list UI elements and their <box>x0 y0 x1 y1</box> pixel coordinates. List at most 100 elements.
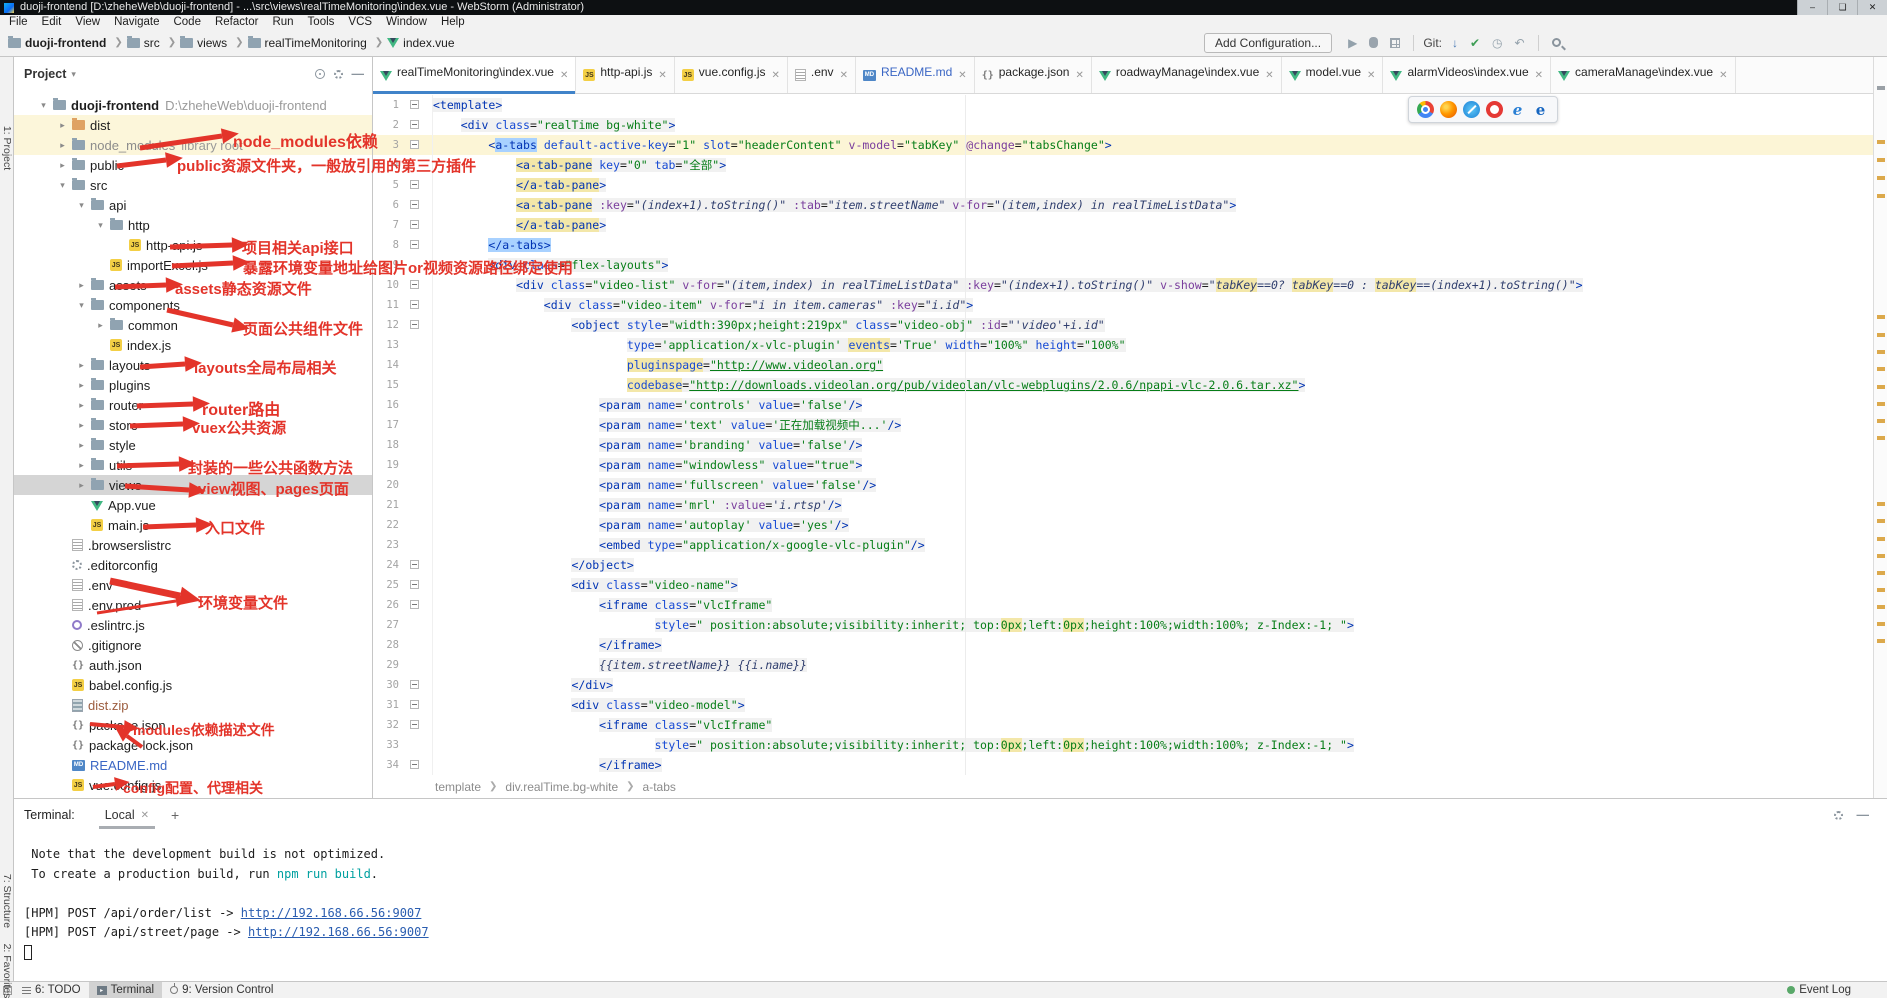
chevron-right-icon[interactable]: ▸ <box>53 160 72 171</box>
code-line-21[interactable]: 21 <param name='mrl' :value='i.rtsp'/> <box>373 495 1873 515</box>
code-line-5[interactable]: 5 </a-tab-pane> <box>373 175 1873 195</box>
editor-tab-http-api.js[interactable]: JShttp-api.js ✕ <box>576 57 674 93</box>
code-line-17[interactable]: 17 <param name='text' value='正在加载视频中...'… <box>373 415 1873 435</box>
fold-icon[interactable] <box>410 760 419 769</box>
chevron-down-icon[interactable]: ▾ <box>91 220 110 231</box>
code-line-12[interactable]: 12 <object style="width:390px;height:219… <box>373 315 1873 335</box>
code-line-3[interactable]: 3 <a-tabs default-active-key="1" slot="h… <box>373 135 1873 155</box>
profiler-icon[interactable] <box>1390 38 1400 48</box>
tree-item-package-lock.json[interactable]: {}package-lock.json <box>14 735 372 755</box>
stripe-mark[interactable] <box>1877 554 1885 558</box>
chevron-down-icon[interactable]: ▾ <box>72 200 91 211</box>
close-icon[interactable]: ✕ <box>1719 70 1727 81</box>
breadcrumb-div.realTime.bg-white[interactable]: div.realTime.bg-white <box>505 780 618 794</box>
statusbar-Terminal[interactable]: ▸Terminal <box>89 982 162 998</box>
menu-vcs[interactable]: VCS <box>341 16 379 28</box>
code-line-1[interactable]: 1 <template> <box>373 95 1873 115</box>
git-check-icon[interactable]: ✔ <box>1470 36 1480 50</box>
editor-tab-alarmVideos\index.vue[interactable]: alarmVideos\index.vue ✕ <box>1383 57 1551 93</box>
tree-item-src[interactable]: ▾src <box>14 175 372 195</box>
menu-edit[interactable]: Edit <box>35 16 69 28</box>
stripe-mark[interactable] <box>1877 502 1885 506</box>
tree-item-.editorconfig[interactable]: .editorconfig <box>14 555 372 575</box>
edge-icon[interactable]: e <box>1532 101 1549 118</box>
stripe-mark[interactable] <box>1877 588 1885 592</box>
tree-item-.env.prod[interactable]: .env.prod <box>14 595 372 615</box>
fold-icon[interactable] <box>410 720 419 729</box>
code-line-34[interactable]: 34 </iframe> <box>373 755 1873 775</box>
tree-item-public[interactable]: ▸public <box>14 155 372 175</box>
tree-item-App.vue[interactable]: App.vue <box>14 495 372 515</box>
tree-item-router[interactable]: ▸router <box>14 395 372 415</box>
close-icon[interactable]: ✕ <box>141 810 149 821</box>
fold-icon[interactable] <box>410 300 419 309</box>
stripe-mark[interactable] <box>1877 436 1885 440</box>
chevron-down-icon[interactable]: ▾ <box>34 100 53 111</box>
stripe-mark[interactable] <box>1877 194 1885 198</box>
tree-item-main.js[interactable]: JSmain.js <box>14 515 372 535</box>
search-icon[interactable] <box>1552 38 1561 47</box>
editor-tab-vue.config.js[interactable]: JSvue.config.js ✕ <box>675 57 788 93</box>
statusbar-6: TODO[interactable]: 6: TODO <box>14 982 89 998</box>
stripe-mark[interactable] <box>1877 519 1885 523</box>
ie-icon[interactable]: e <box>1509 101 1526 118</box>
tree-item-dist[interactable]: ▸dist <box>14 115 372 135</box>
stripe-mark[interactable] <box>1877 402 1885 406</box>
error-stripe[interactable] <box>1873 57 1887 798</box>
editor-tab-package.json[interactable]: {}package.json ✕ <box>975 57 1092 93</box>
fold-icon[interactable] <box>410 180 419 189</box>
breadcrumb-views[interactable]: views <box>180 36 227 50</box>
safari-icon[interactable] <box>1463 101 1480 118</box>
tree-item-.browserslistrc[interactable]: .browserslistrc <box>14 535 372 555</box>
close-icon[interactable]: ✕ <box>1265 70 1273 81</box>
code-line-23[interactable]: 23 <embed type="application/x-google-vlc… <box>373 535 1873 555</box>
breadcrumb-index.vue[interactable]: index.vue <box>387 36 454 50</box>
chevron-right-icon[interactable]: ▸ <box>72 380 91 391</box>
chevron-down-icon[interactable]: ▾ <box>72 300 91 311</box>
stripe-mark[interactable] <box>1877 622 1885 626</box>
tree-item-package.json[interactable]: {}package.json <box>14 715 372 735</box>
fold-icon[interactable] <box>410 200 419 209</box>
fold-icon[interactable] <box>410 240 419 249</box>
breadcrumb-duoji-frontend[interactable]: duoji-frontend <box>8 36 106 50</box>
stripe-mark[interactable] <box>1877 86 1885 90</box>
project-panel-header[interactable]: Project ▾ — <box>14 57 372 91</box>
add-configuration-button[interactable]: Add Configuration... <box>1204 33 1332 53</box>
tree-item-.eslintrc.js[interactable]: .eslintrc.js <box>14 615 372 635</box>
stripe-mark[interactable] <box>1877 140 1885 144</box>
editor-tab-realTimeMonitoring\index.vue[interactable]: realTimeMonitoring\index.vue ✕ <box>373 57 576 93</box>
code-line-30[interactable]: 30 </div> <box>373 675 1873 695</box>
stripe-mark[interactable] <box>1877 315 1885 319</box>
breadcrumb-a-tabs[interactable]: a-tabs <box>643 780 676 794</box>
code-line-26[interactable]: 26 <iframe class="vlcIframe" <box>373 595 1873 615</box>
chevron-down-icon[interactable]: ▾ <box>71 69 76 80</box>
fold-icon[interactable] <box>410 600 419 609</box>
menu-refactor[interactable]: Refactor <box>208 16 265 28</box>
fold-icon[interactable] <box>410 220 419 229</box>
menu-help[interactable]: Help <box>434 16 472 28</box>
stripe-mark[interactable] <box>1877 350 1885 354</box>
tree-item-utils[interactable]: ▸utils <box>14 455 372 475</box>
minimize-button[interactable]: – <box>1797 0 1827 15</box>
terminal-output[interactable]: Note that the development build is not o… <box>14 831 1887 982</box>
close-icon[interactable]: ✕ <box>560 70 568 81</box>
locate-file-icon[interactable] <box>315 69 325 79</box>
code-line-24[interactable]: 24 </object> <box>373 555 1873 575</box>
gear-icon[interactable] <box>334 70 343 79</box>
editor-tab-roadwayManage\index.vue[interactable]: roadwayManage\index.vue ✕ <box>1092 57 1282 93</box>
menu-window[interactable]: Window <box>379 16 434 28</box>
tree-item-common[interactable]: ▸common <box>14 315 372 335</box>
fold-icon[interactable] <box>410 120 419 129</box>
code-line-4[interactable]: 4 <a-tab-pane key="0" tab="全部"> <box>373 155 1873 175</box>
stripe-mark[interactable] <box>1877 537 1885 541</box>
git-history-icon[interactable]: ◷ <box>1492 36 1502 50</box>
debug-icon[interactable] <box>1369 37 1378 48</box>
tree-item-http[interactable]: ▾http <box>14 215 372 235</box>
tree-item-vue.config.js[interactable]: JSvue.config.js <box>14 775 372 795</box>
terminal-link[interactable]: http://192.168.66.56:9007 <box>241 906 422 920</box>
hide-panel-icon[interactable]: — <box>352 67 365 81</box>
close-icon[interactable]: ✕ <box>1075 70 1083 81</box>
tree-item-index.js[interactable]: JSindex.js <box>14 335 372 355</box>
fold-icon[interactable] <box>410 320 419 329</box>
close-icon[interactable]: ✕ <box>771 70 779 81</box>
